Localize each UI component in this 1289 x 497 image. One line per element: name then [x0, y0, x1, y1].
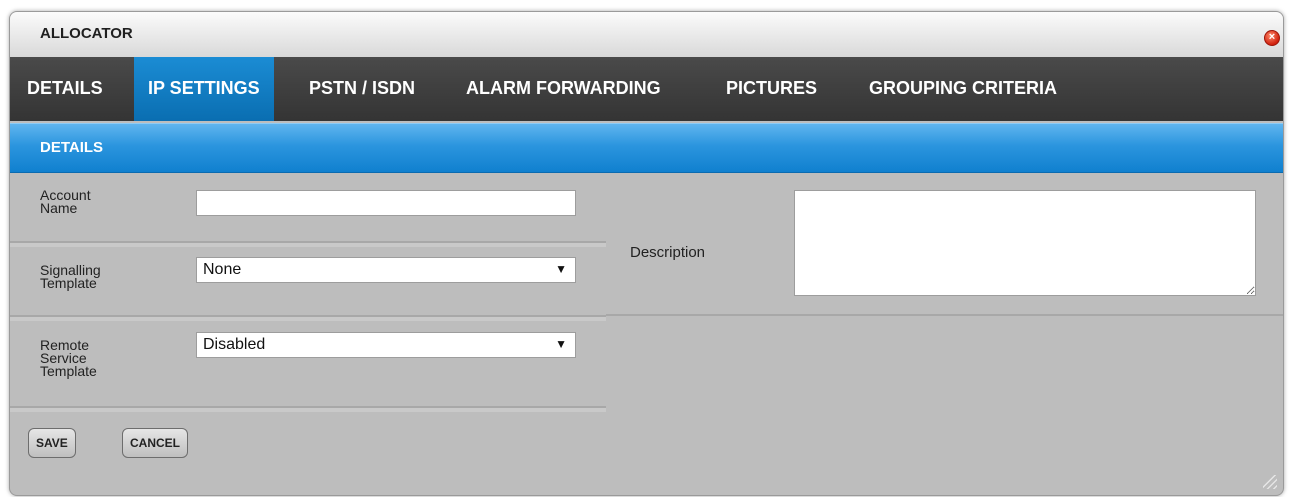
dropdown-arrow-icon: ▼ — [555, 337, 567, 351]
close-icon[interactable]: × — [1264, 30, 1280, 46]
tab-alarm-forwarding[interactable]: ALARM FORWARDING — [466, 57, 661, 121]
remote-service-template-value: Disabled — [203, 336, 266, 353]
remote-service-template-select[interactable]: Disabled ▼ — [196, 332, 576, 358]
signalling-template-label: Signalling Template — [40, 262, 101, 291]
dialog-title: ALLOCATOR — [40, 25, 133, 42]
tab-pictures[interactable]: PICTURES — [726, 57, 817, 121]
description-textarea[interactable] — [794, 190, 1256, 296]
cancel-button[interactable]: CANCEL — [122, 428, 188, 458]
dialog-titlebar[interactable]: ALLOCATOR × — [10, 12, 1283, 58]
section-header: DETAILS — [10, 123, 1283, 173]
account-name-label: Account Name — [40, 187, 91, 216]
section-title: DETAILS — [40, 139, 104, 156]
signalling-template-select[interactable]: None ▼ — [196, 257, 576, 283]
description-divider — [606, 314, 1283, 316]
tab-details[interactable]: DETAILS — [27, 57, 103, 121]
account-name-input[interactable] — [196, 190, 576, 216]
tab-grouping-criteria[interactable]: GROUPING CRITERIA — [869, 57, 1057, 121]
signalling-template-value: None — [203, 261, 242, 278]
description-label: Description — [630, 244, 706, 261]
tab-ip-settings[interactable]: IP SETTINGS — [134, 57, 274, 121]
allocator-dialog: ALLOCATOR × DETAILS IP SETTINGS PSTN / I… — [9, 11, 1284, 496]
remote-service-template-label: Remote Service Template — [40, 337, 97, 379]
tab-bar: DETAILS IP SETTINGS PSTN / ISDN ALARM FO… — [10, 57, 1283, 121]
dropdown-arrow-icon: ▼ — [555, 262, 567, 276]
save-button[interactable]: SAVE — [28, 428, 76, 458]
resize-grip-icon[interactable] — [1263, 475, 1277, 489]
tab-pstn-isdn[interactable]: PSTN / ISDN — [309, 57, 415, 121]
